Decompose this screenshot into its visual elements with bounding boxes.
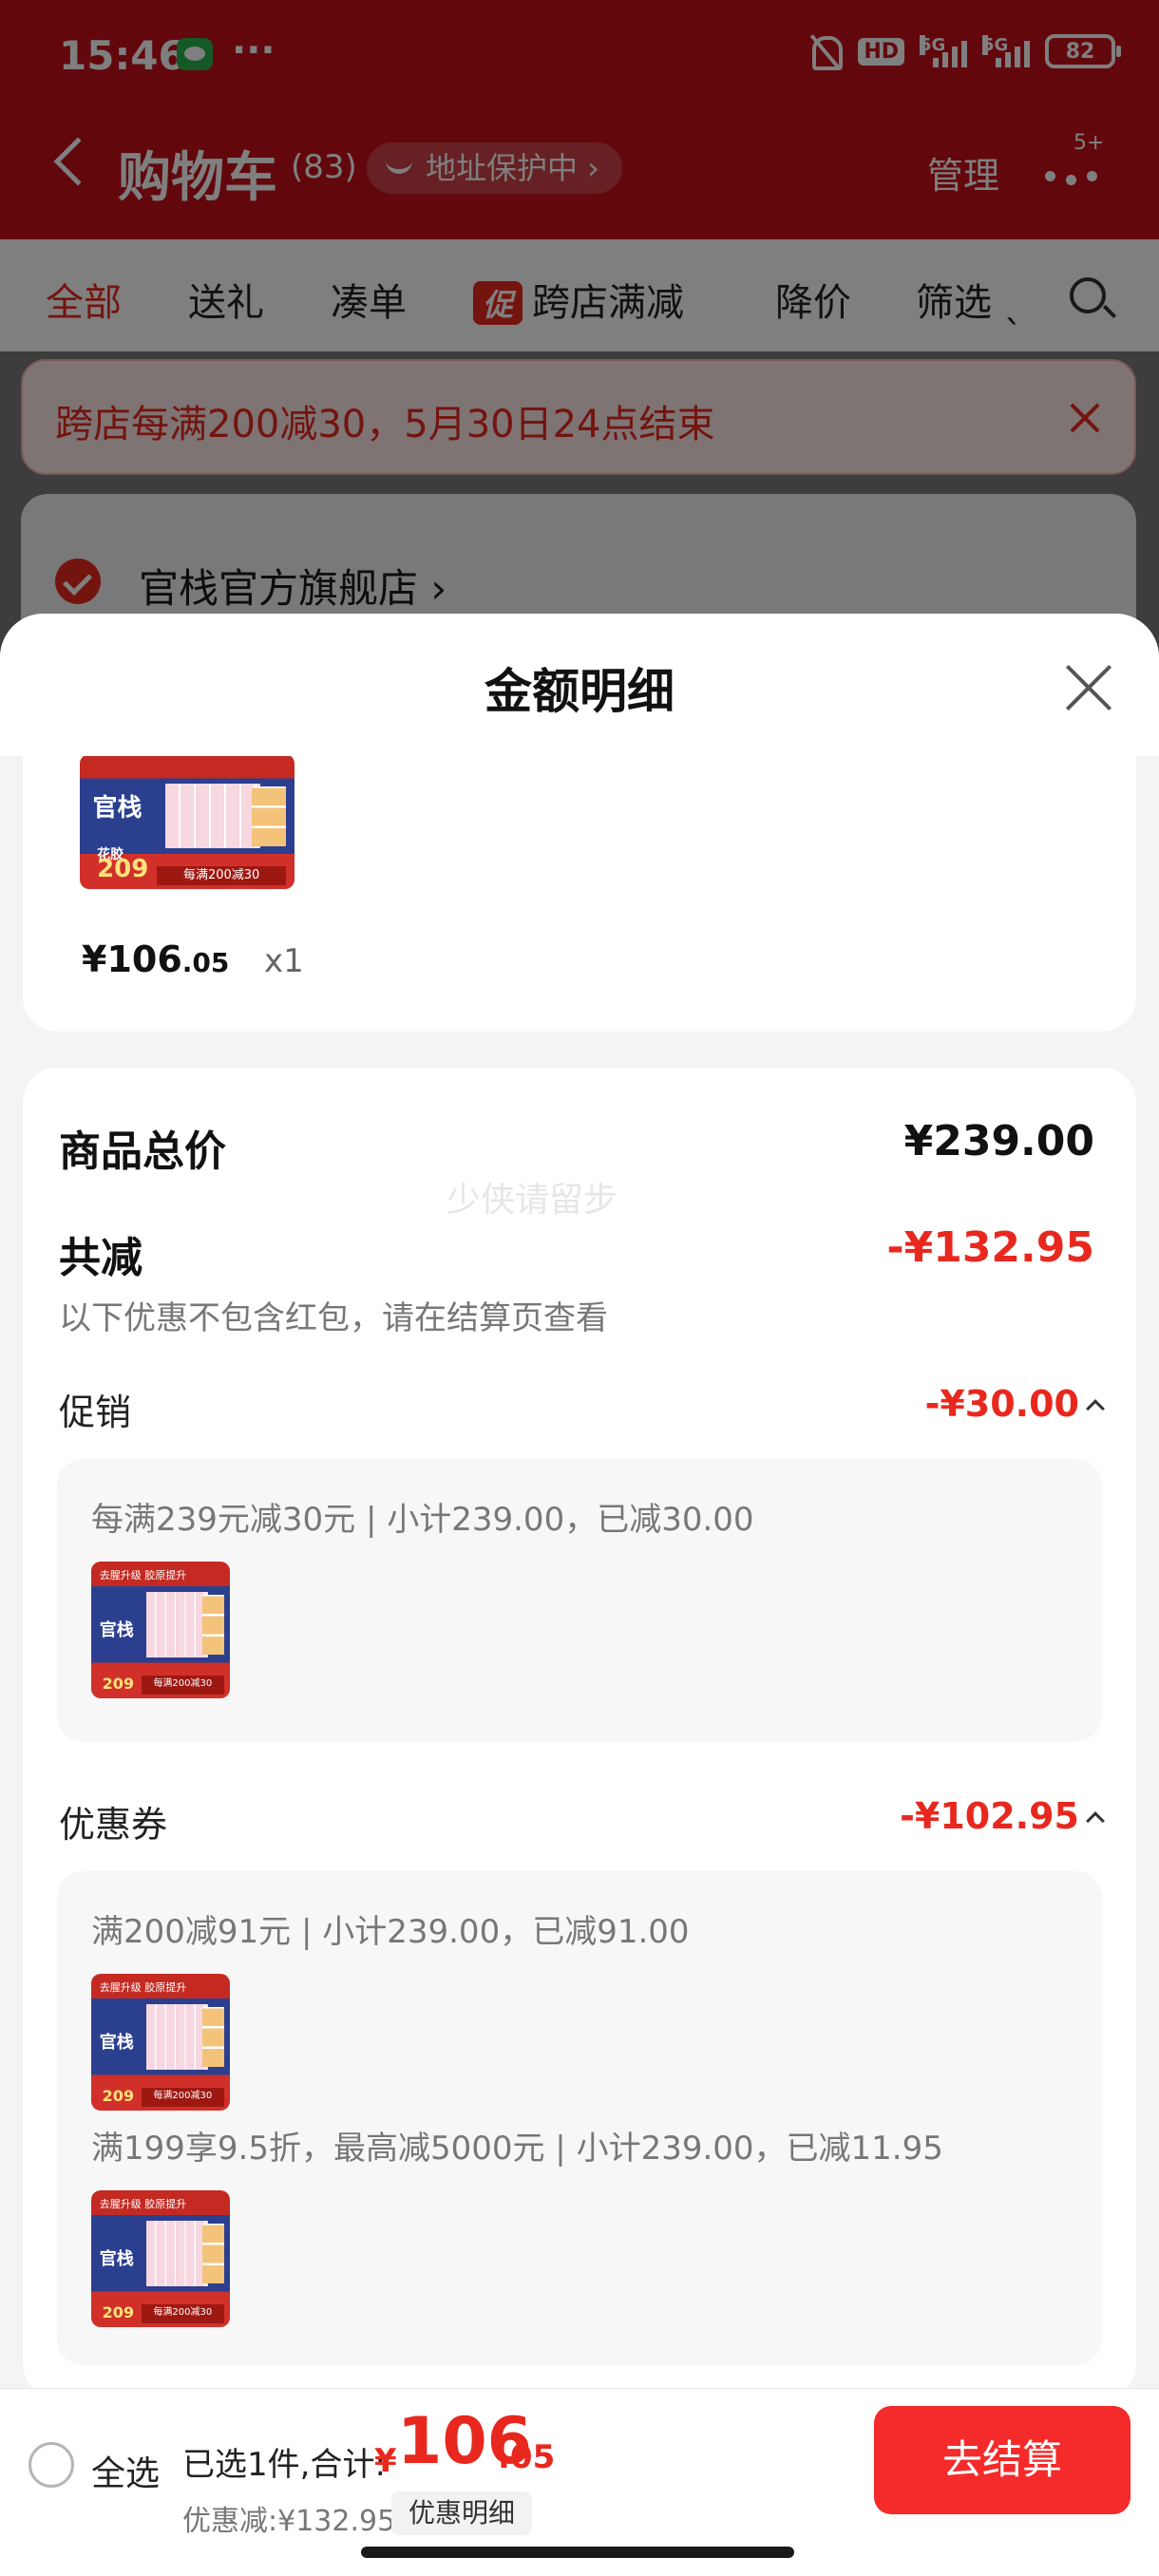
thumb-top-label: 去腥升级 胶原提升 <box>99 2197 187 2210</box>
total-label: 商品总价 <box>59 1127 226 1176</box>
promotion-detail-text: 每满239元减30元 | 小计239.00，已减30.00 <box>91 1501 754 1539</box>
discount-label: 共减 <box>59 1234 142 1282</box>
thumb-promo-strip: 每满200减30 <box>141 2303 225 2323</box>
sheet-title: 金额明细 <box>484 664 674 719</box>
product-box-graphic <box>146 2220 208 2286</box>
chevron-up-icon[interactable] <box>1086 1399 1105 1418</box>
thumb-price: 209 <box>97 855 149 884</box>
product-thumbnail: 去腥升级 胶原提升 官栈 209 每满200减30 <box>91 1974 230 2111</box>
discount-detail-button[interactable]: 优惠明细 <box>391 2491 533 2535</box>
product-box-graphic <box>201 1594 225 1655</box>
select-all-label[interactable]: 全选 <box>91 2446 160 2495</box>
selected-info: 已选1件,合计: <box>182 2446 386 2484</box>
chevron-up-icon[interactable] <box>1086 1811 1105 1830</box>
home-indicator[interactable] <box>361 2547 794 2558</box>
coupon-detail-text-2: 满199享9.5折，最高减5000元 | 小计239.00，已减11.95 <box>91 2130 943 2168</box>
promotion-value: -¥30.00 <box>924 1383 1079 1425</box>
promotion-detail-box: 每满239元减30元 | 小计239.00，已减30.00 去腥升级 胶原提升 … <box>57 1459 1102 1742</box>
checkout-bar: 全选 已选1件,合计: ¥ 106 .05 优惠减:¥132.95 优惠明细 去… <box>0 2388 1159 2576</box>
amount-detail-sheet: 金额明细 官栈 花胶 209 每满200减30 ¥106.05 x1 商品总价 … <box>0 614 1159 2388</box>
coupon-value: -¥102.95 <box>900 1795 1079 1837</box>
item-quantity: x1 <box>264 942 304 980</box>
thumb-brand: 官栈 <box>92 793 142 823</box>
thumb-brand: 官栈 <box>99 2249 134 2270</box>
total-amount-dec: .05 <box>498 2438 556 2476</box>
discount-value: -¥132.95 <box>886 1223 1094 1272</box>
product-box-graphic <box>146 1591 208 1657</box>
thumb-promo-strip: 每满200减30 <box>141 1675 225 1695</box>
coupon-label: 优惠券 <box>59 1804 168 1846</box>
price-summary-card: 商品总价 ¥239.00 少侠请留步 共减 -¥132.95 以下优惠不包含红包… <box>23 1068 1136 2388</box>
item-price-dec: .05 <box>181 947 230 978</box>
thumb-price: 209 <box>102 2303 135 2322</box>
watermark: 少侠请留步 <box>446 1181 618 1220</box>
product-thumbnail: 官栈 花胶 209 每满200减30 <box>80 754 294 889</box>
product-box-graphic <box>251 786 286 846</box>
thumb-brand: 官栈 <box>99 2033 134 2054</box>
thumb-top-label: 去腥升级 胶原提升 <box>99 1568 187 1582</box>
thumb-promo-strip: 每满200减30 <box>141 2087 225 2107</box>
sheet-header: 金额明细 <box>0 614 1159 756</box>
thumb-top-label: 去腥升级 胶原提升 <box>99 1980 187 1994</box>
thumb-price: 209 <box>102 2087 135 2106</box>
product-thumbnail: 去腥升级 胶原提升 官栈 209 每满200减30 <box>91 1562 230 1698</box>
product-box-graphic <box>201 2223 225 2283</box>
item-price-int: ¥106 <box>82 938 182 980</box>
coupon-detail-box: 满200减91元 | 小计239.00，已减91.00 去腥升级 胶原提升 官栈… <box>57 1871 1102 2365</box>
product-thumbnail: 去腥升级 胶原提升 官栈 209 每满200减30 <box>91 2190 230 2327</box>
total-currency: ¥ <box>374 2442 397 2480</box>
thumb-promo-strip: 每满200减30 <box>157 865 286 885</box>
product-box-graphic <box>165 784 260 849</box>
product-box-graphic <box>146 2003 208 2070</box>
checkout-button[interactable]: 去结算 <box>874 2406 1130 2514</box>
item-price: ¥106.05 <box>82 938 229 980</box>
coupon-detail-text-1: 满200减91元 | 小计239.00，已减91.00 <box>91 1913 690 1951</box>
thumb-price: 209 <box>102 1675 135 1694</box>
discount-info: 优惠减:¥132.95 <box>182 2505 396 2538</box>
promotion-label: 促销 <box>59 1392 132 1433</box>
thumb-brand: 官栈 <box>99 1620 134 1641</box>
total-value: ¥239.00 <box>903 1117 1094 1165</box>
discount-note: 以下优惠不包含红包，请在结算页查看 <box>59 1299 608 1337</box>
close-icon[interactable] <box>1064 663 1113 712</box>
product-box-graphic <box>201 2006 225 2067</box>
select-all-radio[interactable] <box>28 2442 74 2488</box>
